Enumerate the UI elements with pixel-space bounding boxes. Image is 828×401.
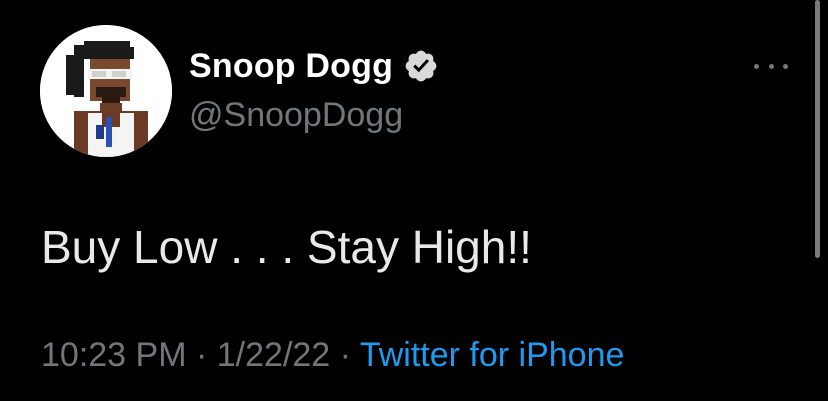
more-options-icon[interactable]: [754, 56, 788, 76]
verified-badge-icon: [405, 50, 437, 82]
tweet-text: Buy Low . . . Stay High!!: [41, 221, 532, 273]
pixel-character-avatar-icon: [40, 25, 172, 157]
tweet-date[interactable]: 1/22/22: [217, 336, 330, 374]
author-name-row[interactable]: Snoop Dogg: [189, 44, 439, 88]
more-dot: [783, 63, 788, 69]
more-dot: [754, 63, 759, 69]
meta-separator: ·: [195, 336, 208, 374]
more-dot: [768, 63, 774, 69]
author-handle[interactable]: @SnoopDogg: [189, 96, 403, 135]
author-display-name[interactable]: Snoop Dogg: [189, 47, 393, 86]
scrollbar[interactable]: [815, 0, 820, 258]
avatar[interactable]: [40, 25, 172, 157]
meta-separator: ·: [339, 336, 351, 374]
tweet-source-link[interactable]: Twitter for iPhone: [360, 336, 625, 374]
tweet-time[interactable]: 10:23 PM: [41, 336, 187, 374]
tweet-card: Snoop Dogg @SnoopDogg Buy Low . . . Stay…: [0, 0, 828, 401]
tweet-metadata: 10:23 PM · 1/22/22 · Twitter for iPhone: [41, 336, 624, 375]
